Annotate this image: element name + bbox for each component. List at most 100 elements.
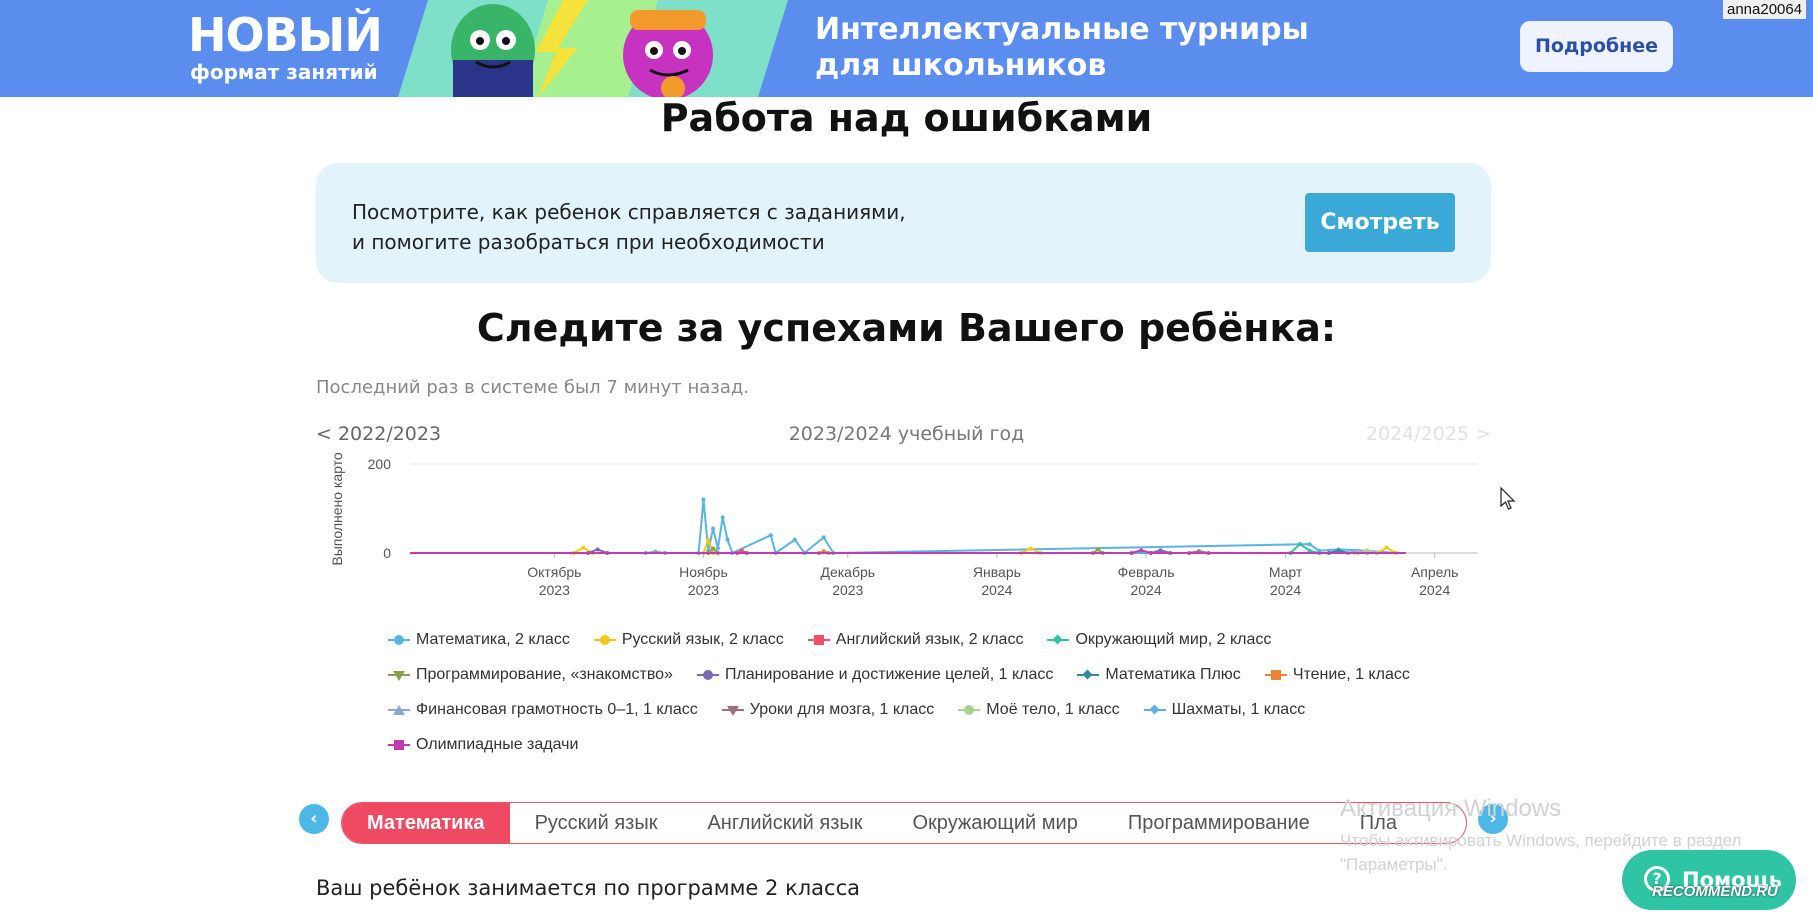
data-point (1365, 548, 1370, 553)
subject-tab[interactable]: Окружающий мир (887, 803, 1102, 843)
subject-tab[interactable]: Английский язык (682, 803, 887, 843)
promo-banner[interactable]: НОВЫЙ формат занятий Интеллектуальные ту… (0, 0, 1813, 97)
legend-row: Программирование, «знакомство» Планирован… (388, 657, 1488, 692)
data-point (711, 526, 716, 531)
x-tick-label-year: 2023 (688, 582, 719, 598)
data-point (725, 537, 730, 542)
legend-label: Математика, 2 класс (416, 630, 570, 648)
legend-marker-icon (388, 633, 410, 647)
data-point (581, 545, 586, 550)
chart-legend: Математика, 2 класс Русский язык, 2 класс… (388, 622, 1488, 762)
data-point (1336, 548, 1341, 553)
recommend-watermark: RECOMMEND.RU (1652, 883, 1778, 900)
x-tick-label-year: 2024 (1419, 582, 1450, 598)
data-point (701, 497, 706, 502)
data-point (821, 535, 826, 540)
legend-marker-icon (593, 633, 616, 647)
x-tick-label-month: Март (1269, 564, 1303, 580)
legend-marker-icon (388, 703, 410, 717)
legend-label: Чтение, 1 класс (1292, 665, 1410, 683)
data-point (1384, 545, 1389, 550)
legend-marker-icon (1047, 633, 1070, 647)
legend-label: Математика Плюс (1105, 665, 1241, 683)
subject-tab[interactable]: Русский язык (510, 803, 683, 843)
y-tick-label: 200 (368, 456, 392, 472)
legend-marker-icon (721, 703, 744, 717)
legend-row: Финансовая грамотность 0–1, 1 класс Уроки… (388, 692, 1488, 727)
data-point (792, 537, 797, 542)
data-point (1158, 548, 1163, 553)
legend-item[interactable]: Шахматы, 1 класс (1143, 692, 1306, 727)
legend-item[interactable]: Олимпиадные задачи (388, 727, 578, 762)
data-point (1095, 547, 1100, 552)
current-school-year: 2023/2024 учебный год (788, 423, 1025, 445)
series-line (410, 498, 1406, 554)
legend-row: Олимпиадные задачи (388, 727, 1488, 762)
legend-label: Планирование и достижение целей, 1 класс (724, 665, 1054, 683)
legend-marker-icon (1264, 668, 1287, 682)
legend-label: Программирование, «знакомство» (416, 665, 673, 683)
legend-item[interactable]: Чтение, 1 класс (1264, 657, 1410, 692)
x-tick-label-year: 2024 (1130, 582, 1161, 598)
legend-item[interactable]: Уроки для мозга, 1 класс (721, 692, 934, 727)
data-point (1028, 546, 1033, 551)
subject-tab[interactable]: Математика (342, 803, 510, 843)
legend-marker-icon (388, 738, 410, 752)
banner-promo-subtitle: формат занятий (190, 60, 378, 84)
data-point (1148, 551, 1153, 555)
legend-item[interactable]: Русский язык, 2 класс (593, 622, 784, 657)
subject-tab[interactable]: Программирование (1103, 803, 1335, 843)
banner-monsters-illustration (398, 0, 788, 97)
data-point (1139, 548, 1144, 553)
x-tick-label-year: 2023 (832, 582, 863, 598)
legend-label: Английский язык, 2 класс (835, 630, 1024, 648)
x-tick-label-year: 2024 (1270, 582, 1301, 598)
legend-item[interactable]: Планирование и достижение целей, 1 класс (696, 657, 1054, 692)
data-point (1129, 551, 1134, 555)
x-tick-label-year: 2024 (981, 582, 1012, 598)
data-point (711, 546, 716, 551)
banner-more-button[interactable]: Подробнее (1520, 21, 1673, 72)
y-tick-label: 0 (383, 545, 391, 561)
banner-promo-title: НОВЫЙ (188, 8, 383, 62)
legend-label: Русский язык, 2 класс (621, 630, 784, 648)
x-tick-label-month: Декабрь (820, 564, 875, 580)
user-login-tag: anna20064 (1723, 0, 1807, 19)
legend-marker-icon (1143, 703, 1166, 717)
legend-row: Математика, 2 класс Русский язык, 2 класс… (388, 622, 1488, 657)
banner-headline: Интеллектуальные турниры для школьников (815, 12, 1309, 84)
x-tick-label-month: Октябрь (527, 564, 581, 580)
series-group (410, 497, 1406, 555)
page-title: Работа над ошибками (660, 96, 1153, 140)
x-tick-label-month: Ноябрь (679, 564, 728, 580)
legend-item[interactable]: Английский язык, 2 класс (807, 622, 1024, 657)
legend-item[interactable]: Финансовая грамотность 0–1, 1 класс (388, 692, 698, 727)
data-point (595, 547, 600, 552)
windows-activation-title: Активация Windows (1340, 795, 1562, 822)
legend-label: Шахматы, 1 класс (1171, 700, 1306, 718)
banner-headline-line1: Интеллектуальные турниры (815, 12, 1309, 47)
data-point (768, 533, 773, 538)
legend-marker-icon (1077, 668, 1100, 682)
legend-item[interactable]: Математика Плюс (1077, 657, 1241, 692)
x-tick-label-month: Февраль (1118, 564, 1175, 580)
watch-button[interactable]: Смотреть (1305, 193, 1455, 252)
legend-label: Финансовая грамотность 0–1, 1 класс (416, 700, 698, 718)
x-tick-label-month: Январь (973, 564, 1021, 580)
legend-item[interactable]: Окружающий мир, 2 класс (1047, 622, 1271, 657)
data-point (1307, 542, 1312, 547)
legend-item[interactable]: Моё тело, 1 класс (958, 692, 1120, 727)
tabs-scroll-left-button[interactable]: ‹ (299, 804, 329, 834)
y-axis-label: Выполнено карто (329, 452, 345, 566)
next-year-link[interactable]: 2024/2025 > (1366, 423, 1491, 445)
legend-item[interactable]: Программирование, «знакомство» (388, 657, 673, 692)
data-point (720, 515, 725, 520)
legend-marker-icon (958, 703, 981, 717)
data-point (715, 546, 720, 551)
legend-marker-icon (696, 668, 719, 682)
help-button[interactable]: ? Помощь (1622, 850, 1796, 910)
program-level-text: Ваш ребёнок занимается по программе 2 кл… (316, 876, 861, 900)
mouse-cursor-icon (1500, 487, 1516, 510)
legend-item[interactable]: Математика, 2 класс (388, 622, 570, 657)
legend-label: Окружающий мир, 2 класс (1075, 630, 1272, 648)
